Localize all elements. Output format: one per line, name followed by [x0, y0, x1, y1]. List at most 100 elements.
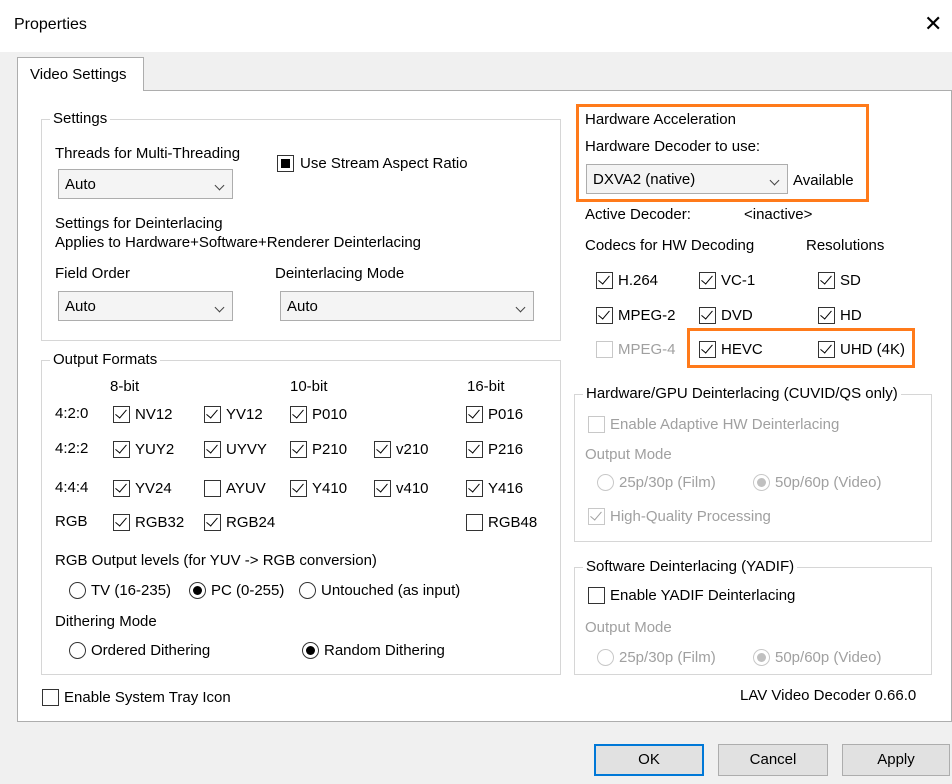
hw-video-label: 50p/60p (Video) — [775, 474, 882, 491]
field-order-dropdown[interactable]: Auto — [58, 291, 233, 321]
codec-vc1-checkbox[interactable] — [699, 272, 716, 289]
settings-group-label: Settings — [50, 110, 111, 127]
row-label-422: 4:2:2 — [55, 440, 89, 457]
fmt-v410-label: v410 — [396, 480, 429, 497]
hw-decoder-dropdown[interactable]: DXVA2 (native) — [586, 164, 788, 194]
deint-mode-dropdown[interactable]: Auto — [280, 291, 534, 321]
codec-dvd-label: DVD — [721, 307, 753, 324]
res-hd-label: HD — [840, 307, 862, 324]
codec-h264-label: H.264 — [618, 272, 659, 289]
codec-mpeg2-checkbox[interactable] — [596, 307, 613, 324]
codec-hevc-label: HEVC — [721, 341, 763, 358]
fmt-y416-checkbox[interactable] — [466, 480, 483, 497]
codec-vc1-label: VC-1 — [721, 272, 756, 289]
fmt-yv12-label: YV12 — [226, 406, 263, 423]
res-hd-checkbox[interactable] — [818, 307, 835, 324]
chevron-down-icon — [214, 180, 225, 191]
res-sd-checkbox[interactable] — [818, 272, 835, 289]
tray-icon-checkbox[interactable] — [42, 689, 59, 706]
codec-dvd-checkbox[interactable] — [699, 307, 716, 324]
sw-film-radio[interactable] — [597, 649, 614, 666]
fmt-v210-checkbox[interactable] — [374, 441, 391, 458]
fmt-p216-label: P216 — [488, 441, 524, 458]
window-title: Properties — [14, 16, 87, 33]
fmt-ayuv-checkbox[interactable] — [204, 480, 221, 497]
fmt-uyvy-checkbox[interactable] — [204, 441, 221, 458]
codec-mpeg4-label: MPEG-4 — [618, 341, 676, 358]
close-icon[interactable]: ✕ — [924, 11, 942, 37]
fmt-yv24-label: YV24 — [135, 480, 172, 497]
row-label-rgb: RGB — [55, 513, 88, 530]
fmt-p210-checkbox[interactable] — [290, 441, 307, 458]
codecs-label: Codecs for HW Decoding — [585, 237, 755, 254]
stream-aspect-label: Use Stream Aspect Ratio — [300, 155, 468, 172]
tab-video-settings[interactable]: Video Settings — [17, 57, 144, 91]
sw-deint-label: Software Deinterlacing (YADIF) — [583, 558, 798, 575]
hw-film-radio[interactable] — [597, 474, 614, 491]
hw-video-radio[interactable] — [753, 474, 770, 491]
fmt-y410-checkbox[interactable] — [290, 480, 307, 497]
tray-icon-label: Enable System Tray Icon — [64, 689, 231, 706]
fmt-nv12-label: NV12 — [135, 406, 173, 423]
fmt-p010-checkbox[interactable] — [290, 406, 307, 423]
resolutions-label: Resolutions — [806, 237, 885, 254]
chevron-down-icon — [769, 175, 780, 186]
fmt-p216-checkbox[interactable] — [466, 441, 483, 458]
sw-video-radio[interactable] — [753, 649, 770, 666]
fmt-rgb48-checkbox[interactable] — [466, 514, 483, 531]
hw-hq-label: High-Quality Processing — [610, 508, 771, 525]
codec-hevc-checkbox[interactable] — [699, 341, 716, 358]
row-label-444: 4:4:4 — [55, 479, 89, 496]
fmt-rgb32-label: RGB32 — [135, 514, 185, 531]
hw-adaptive-checkbox[interactable] — [588, 416, 605, 433]
active-decoder-label: Active Decoder: — [585, 206, 691, 223]
apply-button[interactable]: Apply — [842, 744, 950, 776]
fmt-p016-label: P016 — [488, 406, 524, 423]
fmt-p210-label: P210 — [312, 441, 348, 458]
col-10bit: 10-bit — [290, 378, 328, 395]
fmt-p016-checkbox[interactable] — [466, 406, 483, 423]
version-label: LAV Video Decoder 0.66.0 — [740, 687, 917, 704]
hw-hq-checkbox[interactable] — [588, 508, 605, 525]
rgb-untouched-radio[interactable] — [299, 582, 316, 599]
deint-subtitle: Applies to Hardware+Software+Renderer De… — [55, 234, 422, 251]
dither-ordered-radio[interactable] — [69, 642, 86, 659]
rgb-tv-radio[interactable] — [69, 582, 86, 599]
fmt-nv12-checkbox[interactable] — [113, 406, 130, 423]
yadif-label: Enable YADIF Deinterlacing — [610, 587, 796, 604]
dither-random-radio[interactable] — [302, 642, 319, 659]
fmt-rgb32-checkbox[interactable] — [113, 514, 130, 531]
fmt-yuy2-checkbox[interactable] — [113, 441, 130, 458]
sw-film-label: 25p/30p (Film) — [619, 649, 716, 666]
ok-button[interactable]: OK — [594, 744, 704, 776]
row-label-420: 4:2:0 — [55, 405, 89, 422]
fmt-v410-checkbox[interactable] — [374, 480, 391, 497]
hw-output-mode-label: Output Mode — [585, 446, 672, 463]
rgb-pc-label: PC (0-255) — [211, 582, 285, 599]
cancel-button[interactable]: Cancel — [718, 744, 828, 776]
hw-decoder-label: Hardware Decoder to use: — [585, 138, 761, 155]
res-uhd-label: UHD (4K) — [840, 341, 906, 358]
rgb-untouched-label: Untouched (as input) — [321, 582, 461, 599]
yadif-checkbox[interactable] — [588, 587, 605, 604]
fmt-yv24-checkbox[interactable] — [113, 480, 130, 497]
hw-available-label: Available — [793, 172, 854, 189]
sw-output-mode-label: Output Mode — [585, 619, 672, 636]
fmt-rgb24-checkbox[interactable] — [204, 514, 221, 531]
res-uhd-checkbox[interactable] — [818, 341, 835, 358]
codec-mpeg4-checkbox[interactable] — [596, 341, 613, 358]
res-sd-label: SD — [840, 272, 861, 289]
fmt-uyvy-label: UYVY — [226, 441, 267, 458]
hw-adaptive-label: Enable Adaptive HW Deinterlacing — [610, 416, 840, 433]
fmt-v210-label: v210 — [396, 441, 429, 458]
title-bar — [0, 0, 952, 52]
fmt-rgb24-label: RGB24 — [226, 514, 276, 531]
fmt-p010-label: P010 — [312, 406, 348, 423]
fmt-yv12-checkbox[interactable] — [204, 406, 221, 423]
chevron-down-icon — [515, 302, 526, 313]
col-8bit: 8-bit — [110, 378, 140, 395]
codec-h264-checkbox[interactable] — [596, 272, 613, 289]
rgb-pc-radio[interactable] — [189, 582, 206, 599]
threads-dropdown[interactable]: Auto — [58, 169, 233, 199]
stream-aspect-checkbox[interactable] — [277, 155, 294, 172]
